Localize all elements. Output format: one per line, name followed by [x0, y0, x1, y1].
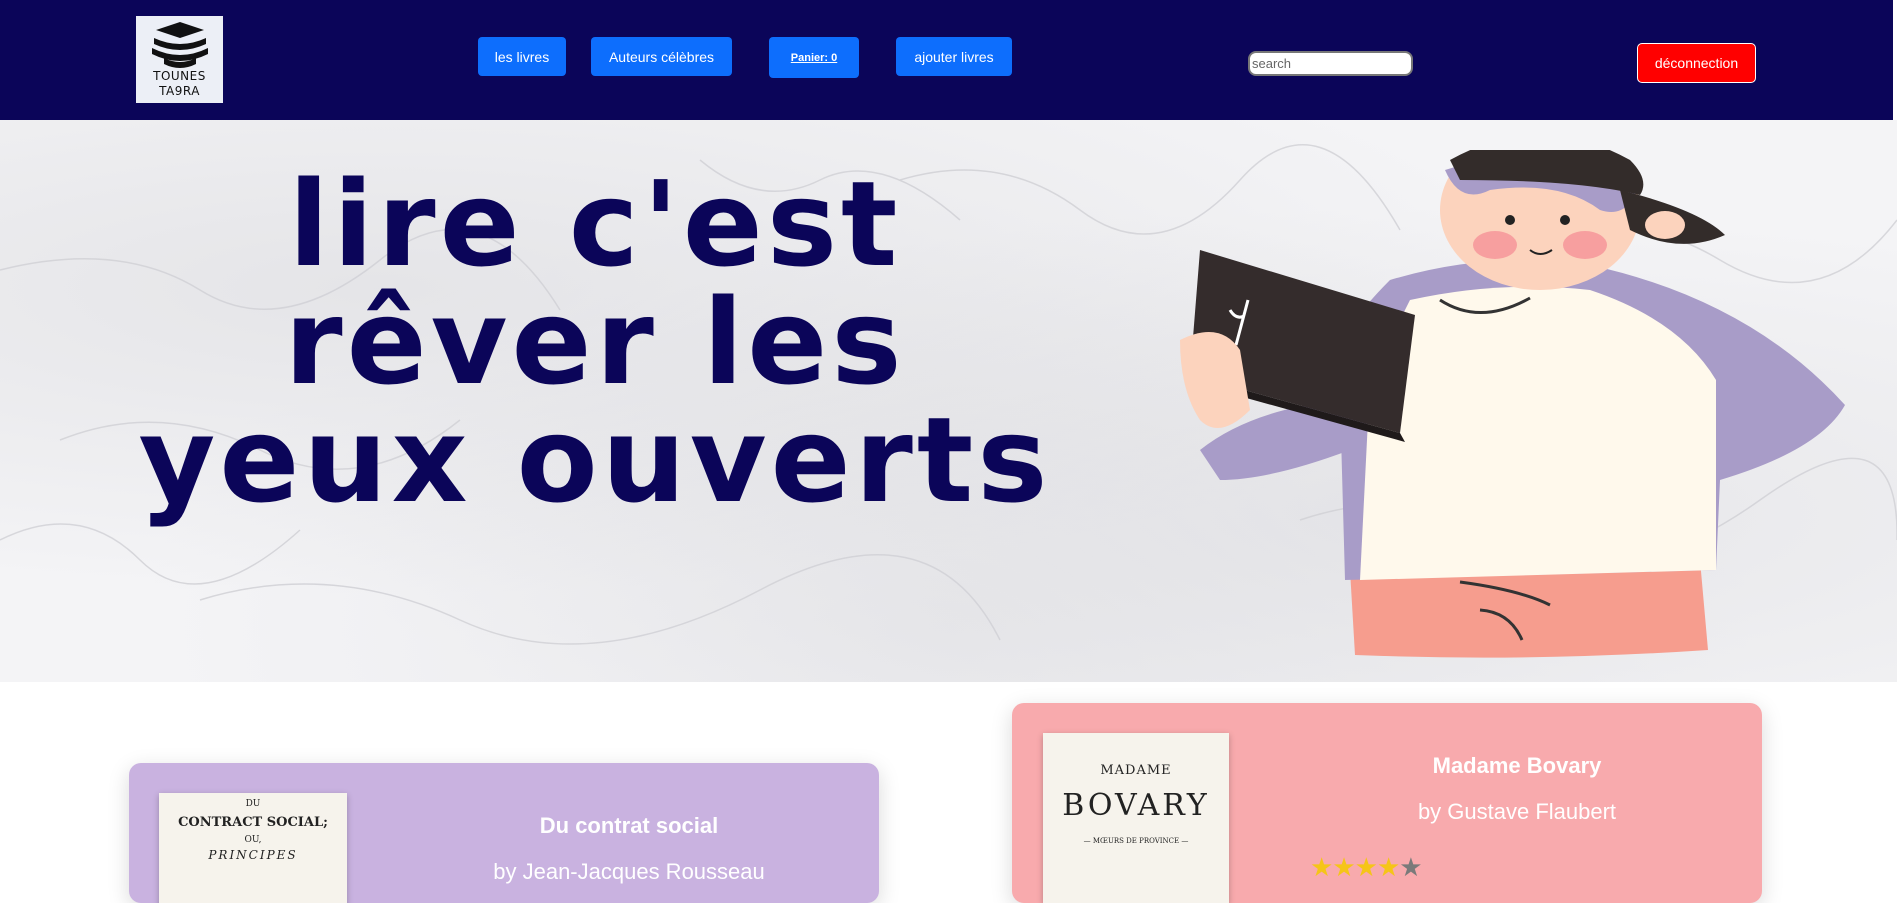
book-author: by Jean-Jacques Rousseau — [493, 859, 765, 884]
hero-slogan-line3: yeux ouverts — [138, 391, 1052, 529]
cover-text-line3: OU, — [244, 835, 262, 845]
star-empty-icon: ★ — [1399, 853, 1422, 883]
hero-slogan-line2: rêver les — [284, 273, 906, 411]
star-icon: ★ — [1332, 853, 1355, 883]
add-books-button[interactable]: ajouter livres — [896, 37, 1012, 76]
nav-books-button[interactable]: les livres — [478, 37, 566, 76]
cover-text-line1: MADAME — [1100, 763, 1172, 778]
book-card-contrat-social[interactable]: DU CONTRACT SOCIAL; OU, PRINCIPES Du con… — [129, 763, 879, 903]
cover-text-line2: BOVARY — [1062, 788, 1210, 823]
hero-slogan: lire c'est rêver les yeux ouverts — [0, 165, 1190, 519]
book-author: by Gustave Flaubert — [1417, 799, 1617, 824]
book-card-madame-bovary[interactable]: MADAME BOVARY — MŒURS DE PROVINCE — Mada… — [1012, 703, 1762, 903]
cover-text-line2: CONTRACT SOCIAL; — [178, 815, 328, 830]
hero-slogan-line1: lire c'est — [288, 155, 902, 293]
hero-banner: lire c'est rêver les yeux ouverts — [0, 120, 1897, 682]
book-cover-madame-bovary[interactable]: MADAME BOVARY — MŒURS DE PROVINCE — — [1043, 733, 1229, 903]
rating-stars: ★★★★★ — [1310, 853, 1423, 883]
cover-text-line4: PRINCIPES — [208, 848, 298, 862]
search-input[interactable] — [1248, 51, 1413, 76]
logo-text-line2: TA9RA — [159, 84, 200, 98]
reading-girl-illustration — [1180, 150, 1845, 658]
site-logo[interactable]: TOUNES TA9RA — [136, 16, 223, 103]
cover-text-line3: — MŒURS DE PROVINCE — — [1083, 837, 1189, 845]
cover-text-line1: DU — [245, 799, 261, 809]
star-icon: ★ — [1354, 853, 1378, 883]
book-title[interactable]: Madame Bovary — [1332, 753, 1702, 779]
book-title[interactable]: Du contrat social — [449, 813, 809, 839]
navbar: TOUNES TA9RA les livres Auteurs célèbres… — [0, 0, 1893, 120]
nav-authors-button[interactable]: Auteurs célèbres — [591, 37, 732, 76]
books-stack-icon — [152, 22, 208, 68]
cart-button[interactable]: Panier: 0 — [769, 37, 859, 78]
logout-button[interactable]: déconnection — [1637, 43, 1756, 83]
star-icon: ★ — [1310, 853, 1333, 883]
star-icon: ★ — [1376, 853, 1400, 883]
